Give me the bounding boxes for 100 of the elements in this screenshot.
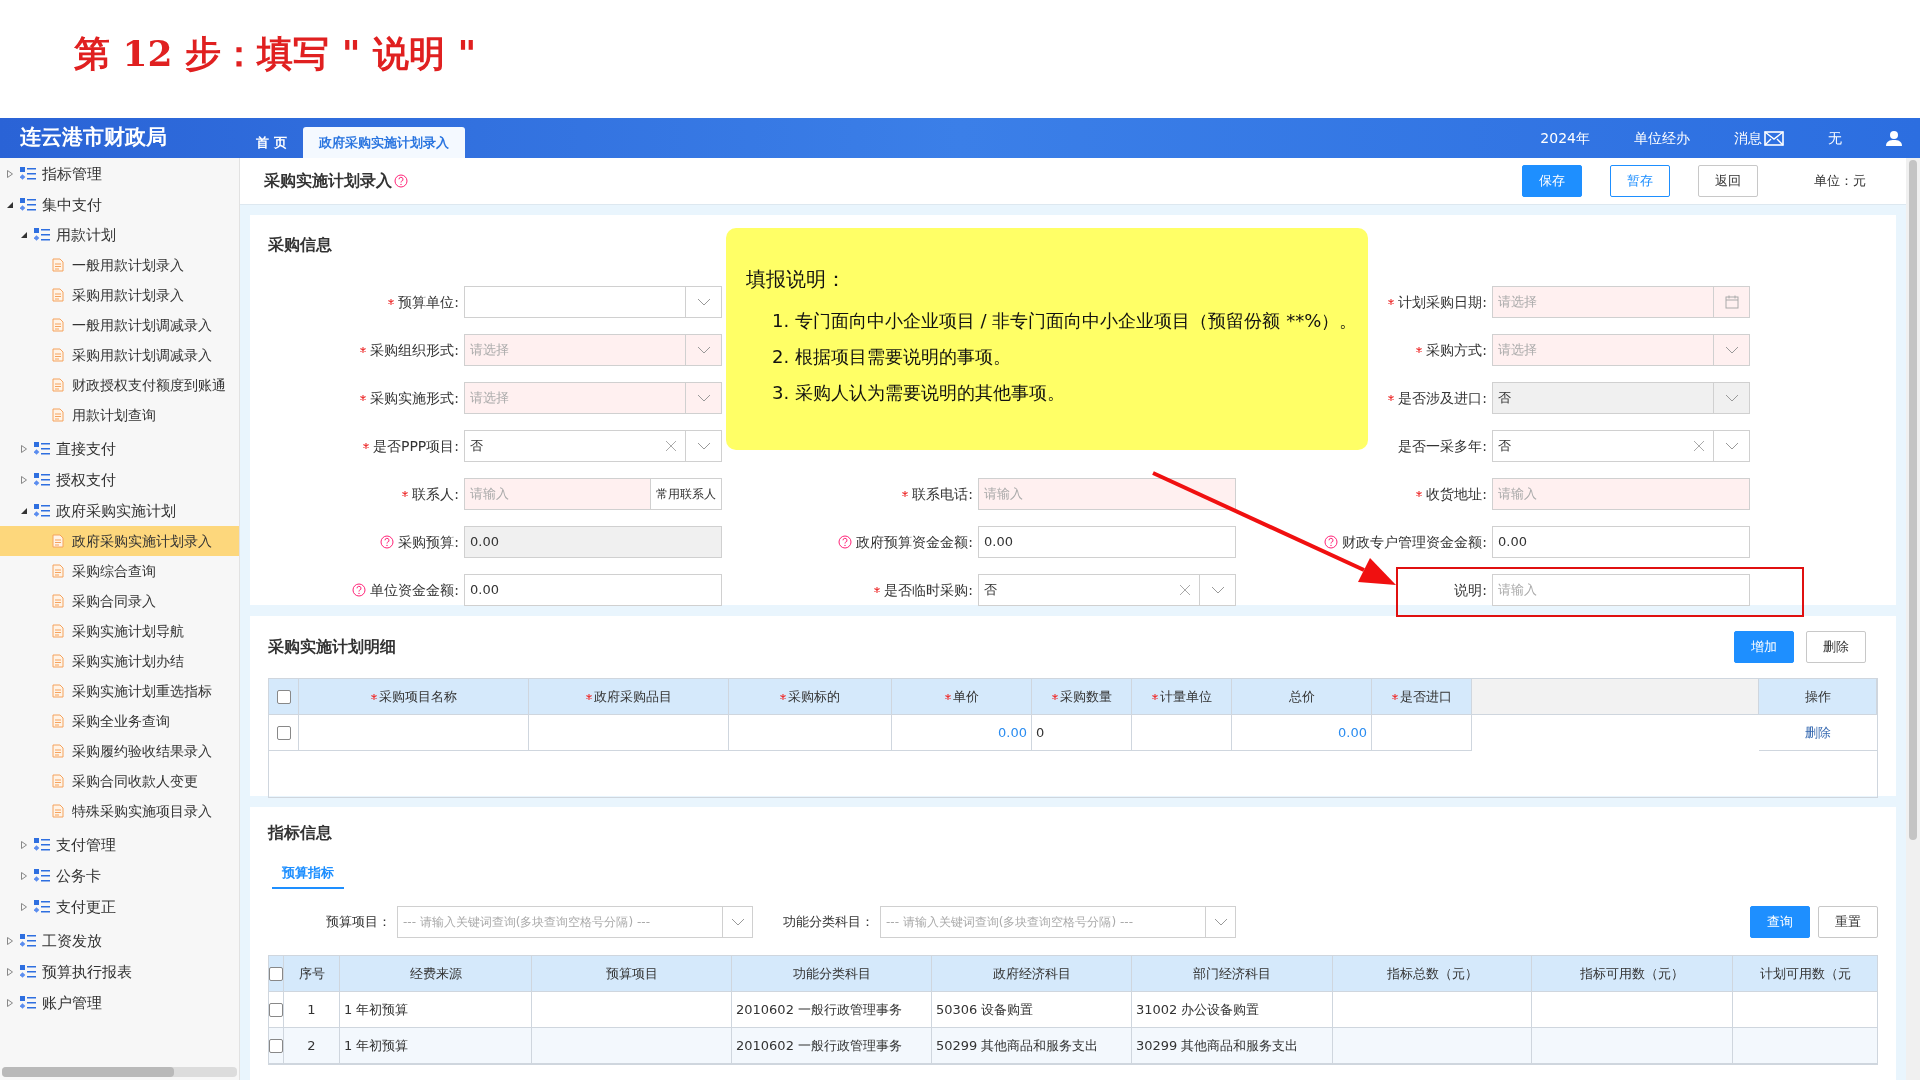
chevron-down-icon[interactable] <box>696 346 711 354</box>
sidebar-item[interactable]: 财政授权支付额度到账通 <box>0 370 239 400</box>
collapse-triangle-icon[interactable] <box>20 507 28 515</box>
clear-icon[interactable] <box>665 440 677 452</box>
header-tab[interactable]: 首 页 <box>240 127 303 158</box>
clear-icon[interactable] <box>1693 440 1705 452</box>
sidebar-group[interactable]: 用款计划 <box>56 223 116 247</box>
checkbox[interactable] <box>269 966 283 981</box>
section-title: 采购信息 <box>268 234 333 256</box>
expand-triangle-icon[interactable] <box>20 476 28 484</box>
chevron-down-icon[interactable] <box>1213 918 1228 926</box>
header-tab[interactable]: 政府采购实施计划录入 <box>302 127 465 158</box>
document-icon <box>52 624 64 638</box>
scrollbar[interactable] <box>1906 158 1920 1080</box>
column-header: 序号 <box>284 956 340 991</box>
sidebar-group[interactable]: 工资发放 <box>42 929 102 953</box>
sidebar-group[interactable]: 预算执行报表 <box>42 960 132 984</box>
tree-list-icon <box>34 899 50 915</box>
field-label: 联系电话: <box>912 484 973 504</box>
button[interactable]: 返回 <box>1698 165 1758 197</box>
mail-icon[interactable] <box>1764 130 1784 146</box>
sidebar-group[interactable]: 集中支付 <box>42 193 102 217</box>
sidebar-item[interactable]: 采购合同录入 <box>0 586 239 616</box>
chevron-down-icon[interactable] <box>1724 346 1739 354</box>
sidebar-item[interactable]: 采购用款计划录入 <box>0 280 239 310</box>
field-label: 采购组织形式: <box>370 340 459 360</box>
sidebar-group[interactable]: 账户管理 <box>42 991 102 1015</box>
tree-list-icon <box>34 868 50 884</box>
expand-triangle-icon[interactable] <box>6 170 14 178</box>
note-title: 填报说明： <box>746 266 847 293</box>
sidebar-group[interactable]: 政府采购实施计划 <box>56 499 176 523</box>
expand-triangle-icon[interactable] <box>20 872 28 880</box>
collapse-triangle-icon[interactable] <box>6 201 14 209</box>
sidebar-item[interactable]: 一般用款计划调减录入 <box>0 310 239 340</box>
checkbox[interactable] <box>276 725 291 740</box>
button[interactable]: 删除 <box>1806 631 1866 663</box>
document-icon <box>52 258 64 272</box>
select-field[interactable]: 否 <box>464 430 722 462</box>
field-value: 否 <box>984 581 997 600</box>
document-icon <box>52 348 64 362</box>
scrollbar[interactable] <box>2 1067 237 1077</box>
sidebar-item[interactable]: 采购综合查询 <box>0 556 239 586</box>
expand-triangle-icon[interactable] <box>6 968 14 976</box>
calendar-icon[interactable] <box>1724 295 1739 309</box>
field-placeholder: --- 请输入关键词查询(多块查询空格号分隔) --- <box>885 914 1134 931</box>
field-label: 采购方式: <box>1426 340 1487 360</box>
button[interactable]: 重置 <box>1818 906 1878 938</box>
expand-triangle-icon[interactable] <box>20 841 28 849</box>
sidebar-group[interactable]: 直接支付 <box>56 437 116 461</box>
sidebar-item[interactable]: 采购实施计划办结 <box>0 646 239 676</box>
sidebar-item[interactable]: 采购履约验收结果录入 <box>0 736 239 766</box>
sidebar-group[interactable]: 支付管理 <box>56 833 116 857</box>
chevron-down-icon[interactable] <box>696 442 711 450</box>
chevron-down-icon[interactable] <box>1210 586 1225 594</box>
column-header: 计量单位 <box>1159 687 1212 706</box>
select-field[interactable]: 否 <box>1492 430 1750 462</box>
clear-icon[interactable] <box>1179 584 1191 596</box>
role-label[interactable]: 单位经办 <box>1634 127 1690 149</box>
contacts-button[interactable]: 常用联系人 <box>651 478 722 510</box>
field-label: 财政专户管理资金金额: <box>1342 532 1487 552</box>
expand-triangle-icon[interactable] <box>20 445 28 453</box>
checkbox[interactable] <box>269 1002 283 1017</box>
chevron-down-icon[interactable] <box>730 918 745 926</box>
sidebar-item[interactable]: 政府采购实施计划录入 <box>0 526 239 556</box>
chevron-down-icon[interactable] <box>696 298 711 306</box>
tree-list-icon <box>34 472 50 488</box>
sidebar-item[interactable]: 用款计划查询 <box>0 400 239 430</box>
field-label: 是否涉及进口: <box>1398 388 1487 408</box>
sidebar-group[interactable]: 公务卡 <box>56 864 101 888</box>
messages-link[interactable]: 消息 <box>1734 127 1762 149</box>
sidebar-item[interactable]: 一般用款计划录入 <box>0 250 239 280</box>
sidebar-item[interactable]: 采购实施计划导航 <box>0 616 239 646</box>
column-header: 采购项目名称 <box>378 687 457 706</box>
user-icon[interactable] <box>1886 130 1902 146</box>
checkbox[interactable] <box>276 689 291 704</box>
input-field[interactable]: 0.00 <box>464 574 722 606</box>
input-field[interactable]: 0.00 <box>1492 526 1750 558</box>
select-field[interactable]: 否 <box>978 574 1236 606</box>
chevron-down-icon[interactable] <box>696 394 711 402</box>
sidebar-item[interactable]: 采购合同收款人变更 <box>0 766 239 796</box>
sidebar-item[interactable]: 采购全业务查询 <box>0 706 239 736</box>
table-cell: 50306 设备购置 <box>932 992 1132 1027</box>
year-label[interactable]: 2024年 <box>1540 127 1590 149</box>
expand-triangle-icon[interactable] <box>20 903 28 911</box>
sidebar-group[interactable]: 指标管理 <box>42 162 102 186</box>
expand-triangle-icon[interactable] <box>6 937 14 945</box>
collapse-triangle-icon[interactable] <box>20 231 28 239</box>
expand-triangle-icon[interactable] <box>6 999 14 1007</box>
document-icon <box>52 714 64 728</box>
chevron-down-icon[interactable] <box>1724 442 1739 450</box>
sidebar-group[interactable]: 支付更正 <box>56 895 116 919</box>
extra-label[interactable]: 无 <box>1828 127 1842 149</box>
sidebar-item[interactable]: 采购用款计划调减录入 <box>0 340 239 370</box>
sidebar-item[interactable]: 特殊采购实施项目录入 <box>0 796 239 826</box>
select-field[interactable] <box>464 286 722 318</box>
input-field[interactable]: 0.00 <box>978 526 1236 558</box>
delete-link[interactable]: 删除 <box>1805 722 1831 743</box>
sidebar-group[interactable]: 授权支付 <box>56 468 116 492</box>
sidebar-item[interactable]: 采购实施计划重选指标 <box>0 676 239 706</box>
checkbox[interactable] <box>269 1038 283 1053</box>
